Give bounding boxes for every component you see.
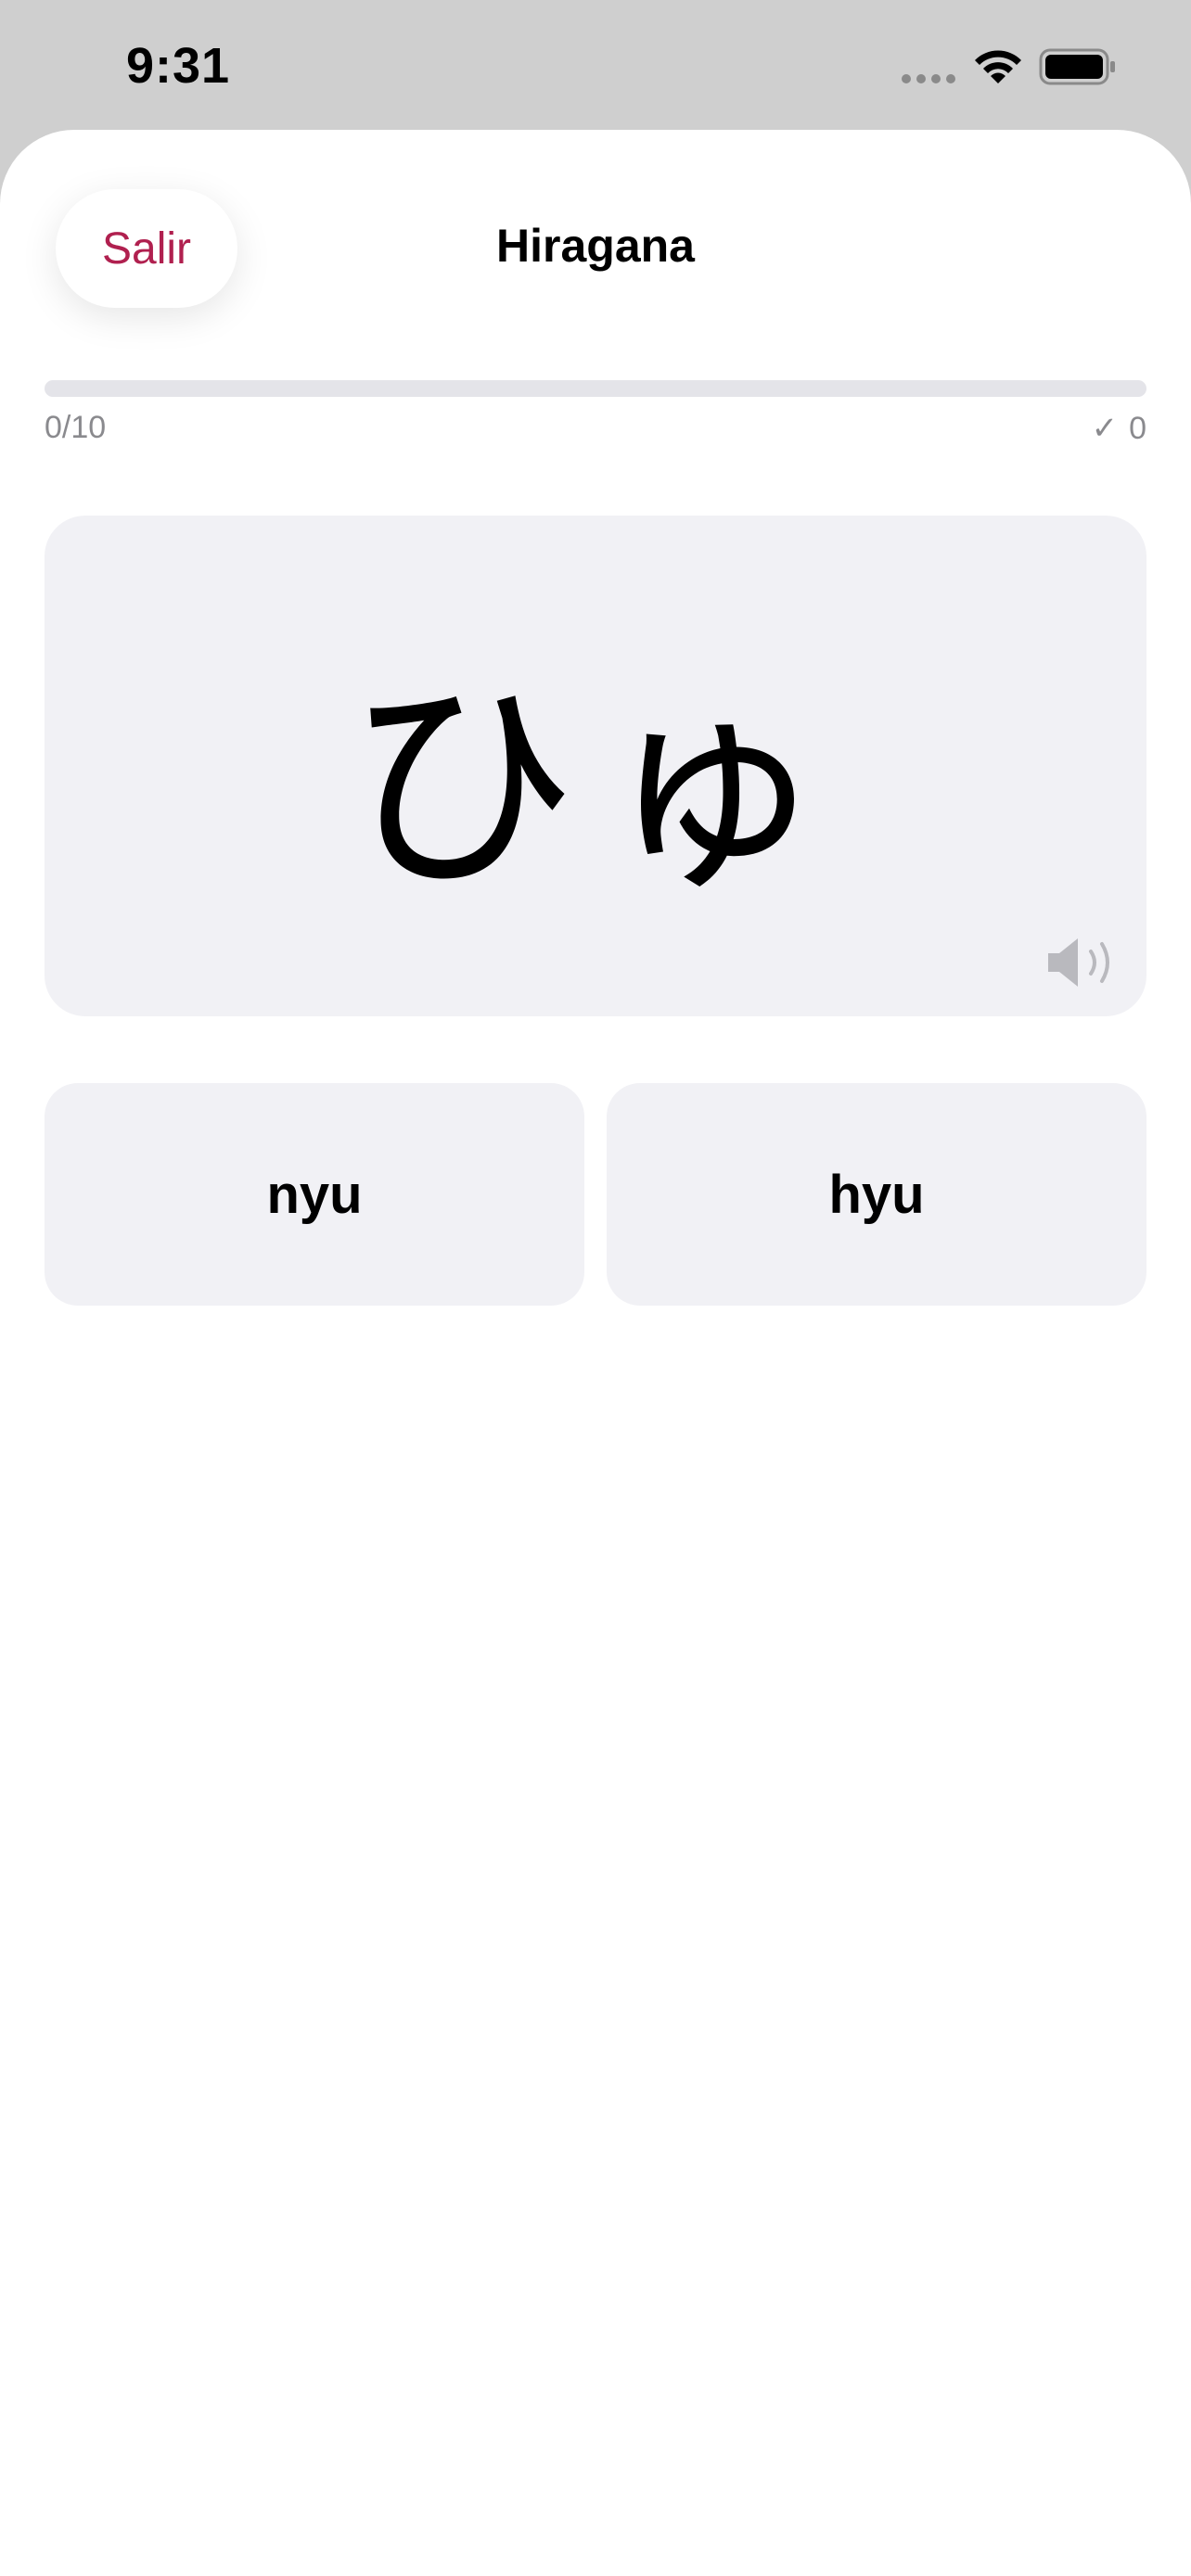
status-bar: 9:31 xyxy=(0,0,1191,130)
status-time: 9:31 xyxy=(126,38,231,94)
correct-score: ✓ 0 xyxy=(1092,410,1146,447)
cellular-signal-icon xyxy=(902,74,955,83)
battery-icon xyxy=(1039,48,1115,85)
quiz-sheet: Salir Hiragana 0/10 ✓ 0 ひゅ nyu hyu xyxy=(0,130,1191,2576)
answer-option-nyu[interactable]: nyu xyxy=(45,1083,584,1306)
correct-count: 0 xyxy=(1129,410,1146,446)
progress-bar xyxy=(45,380,1146,397)
kana-card: ひゅ xyxy=(45,516,1146,1016)
answer-option-hyu[interactable]: hyu xyxy=(607,1083,1146,1306)
progress-count: 0/10 xyxy=(45,410,107,445)
page-title: Hiragana xyxy=(496,220,695,272)
checkmark-icon: ✓ xyxy=(1091,411,1119,446)
speaker-icon[interactable] xyxy=(1044,933,1119,992)
kana-character: ひゅ xyxy=(345,652,846,922)
wifi-icon xyxy=(975,50,1021,83)
